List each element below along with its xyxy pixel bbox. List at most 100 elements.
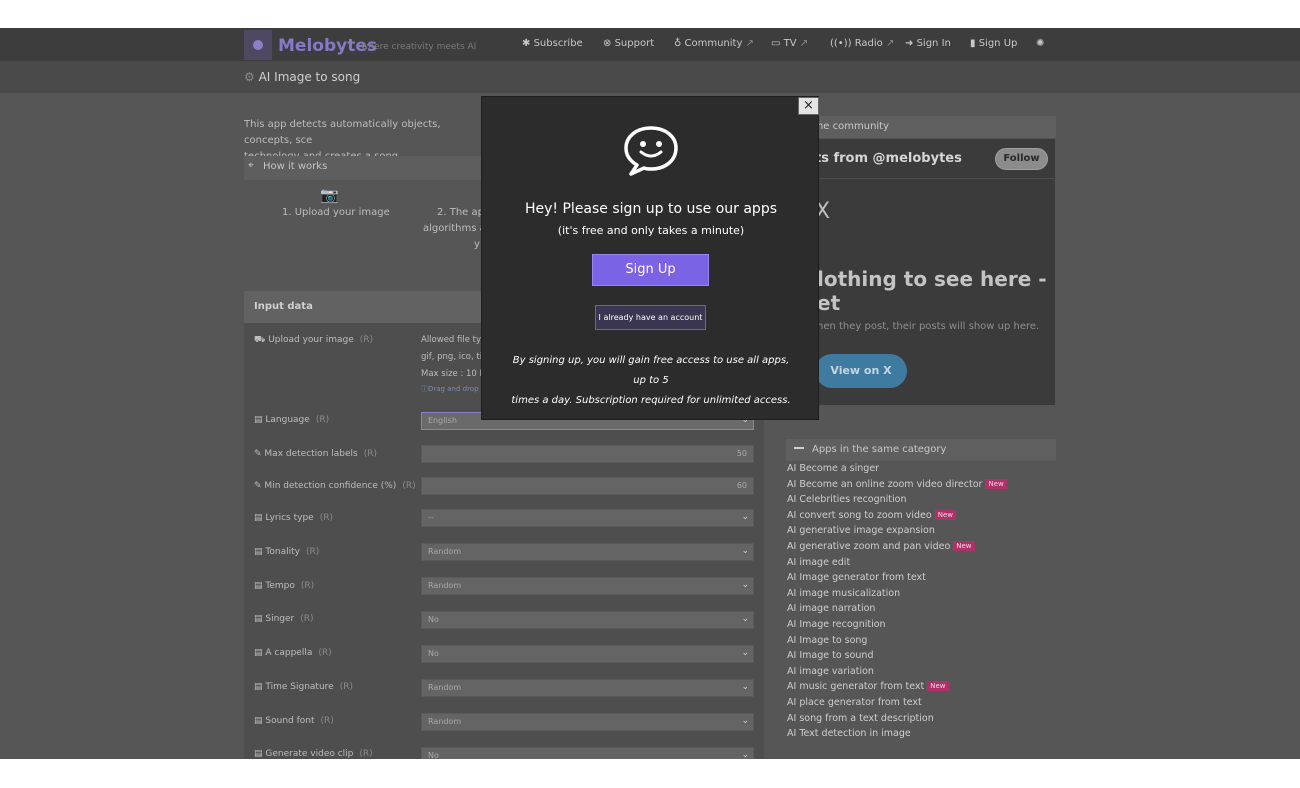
app-link[interactable]: AI image musicalization	[787, 588, 900, 599]
note-line: times a day. Subscription required for u…	[511, 395, 791, 406]
community-icon: ♁	[674, 38, 682, 49]
lifebuoy-icon: ⊗	[603, 38, 612, 49]
pencil-icon: ✎	[254, 481, 262, 491]
nav-support[interactable]: ⊗ Support	[603, 38, 654, 49]
title-bar	[0, 61, 1300, 93]
nav-tv[interactable]: ▭ TV ↗	[771, 38, 808, 49]
app-link[interactable]: AI Image to sound	[787, 650, 873, 661]
app-link-label: AI image edit	[787, 557, 851, 568]
app-link[interactable]: AI image variation	[787, 666, 874, 677]
collapse-icon	[794, 447, 804, 449]
list-icon: ▤	[254, 682, 263, 692]
drag-drop-hint: ⓘDrag and drop fi	[421, 385, 486, 393]
lyrics-type-label: ▤ Lyrics type (R)	[254, 513, 333, 523]
view-on-x-button[interactable]: View on X	[815, 354, 907, 388]
app-link[interactable]: AI place generator from text	[787, 697, 922, 708]
list-icon: ▤	[254, 513, 263, 523]
brand-logo-icon	[253, 40, 263, 50]
tonality-label: ▤ Tonality (R)	[254, 547, 320, 557]
note-line: By signing up, you will gain free access…	[512, 355, 790, 386]
nav-subscribe[interactable]: ✱ Subscribe	[522, 38, 583, 49]
speech-bubble-smile-icon	[622, 125, 680, 181]
app-link[interactable]: AI generative zoom and pan video New	[787, 541, 975, 552]
chevron-down-icon: ⌄	[741, 750, 749, 759]
app-link[interactable]: AI Celebrities recognition	[787, 494, 907, 505]
nav-radio[interactable]: ((•)) Radio ↗	[830, 38, 894, 49]
signup-modal: × Hey! Please sign up to use our apps (i…	[481, 96, 819, 420]
external-link-icon: ↗	[745, 38, 754, 49]
follow-button[interactable]: Follow	[995, 148, 1048, 170]
list-icon: ▤	[254, 547, 263, 557]
time-signature-label: ▤ Time Signature (R)	[254, 682, 353, 692]
lyrics-type-select[interactable]: -- ⌄	[421, 509, 754, 527]
step-line: y	[474, 239, 480, 250]
step-line: algorithms a	[423, 223, 486, 234]
description-line: This app detects automatically objects, …	[244, 119, 441, 146]
upload-dropzone[interactable]: Allowed file typ gif, png, ico, tif Max …	[421, 332, 487, 395]
nav-community[interactable]: ♁ Community ↗	[674, 38, 754, 49]
page-title: ⚙ AI Image to song	[244, 70, 361, 84]
app-link[interactable]: AI Image to song	[787, 635, 867, 646]
app-link-label: AI Image generator from text	[787, 572, 926, 583]
app-link[interactable]: AI Become a singer	[787, 463, 879, 474]
app-link-label: AI convert song to zoom video	[787, 510, 932, 521]
a-cappella-label: ▤ A cappella (R)	[254, 648, 332, 658]
brand-tagline: where creativity meets AI	[361, 42, 477, 52]
language-label: ▤ Language (R)	[254, 415, 330, 425]
app-link-label: AI image narration	[787, 603, 876, 614]
a-cappella-select[interactable]: No ⌄	[421, 645, 754, 663]
x-widget-title[interactable]: ts from @melobytes	[815, 151, 962, 166]
singer-label: ▤ Singer (R)	[254, 614, 314, 624]
app-link-label: AI song from a text description	[787, 713, 934, 724]
app-link[interactable]: AI music generator from text New	[787, 681, 949, 692]
new-badge: New	[953, 541, 975, 551]
app-link[interactable]: AI song from a text description	[787, 713, 934, 724]
chevron-down-icon: ⌄	[741, 648, 749, 658]
nav-sign-in[interactable]: ➜ Sign In	[905, 38, 951, 49]
page-frame: Melobytes where creativity meets AI ✱ Su…	[0, 28, 1300, 759]
app-link[interactable]: AI Image recognition	[787, 619, 886, 630]
min-confidence-input[interactable]: 60	[421, 477, 754, 495]
tonality-select[interactable]: Random ⌄	[421, 543, 754, 561]
tv-icon: ▭	[771, 38, 781, 49]
singer-select[interactable]: No ⌄	[421, 611, 754, 629]
new-badge: New	[934, 510, 956, 520]
chevron-down-icon: ⌄	[741, 546, 749, 556]
close-button[interactable]: ×	[798, 97, 819, 115]
time-signature-select[interactable]: Random ⌄	[421, 679, 754, 697]
theme-toggle-icon[interactable]: ✺	[1036, 38, 1044, 49]
nav-sign-up[interactable]: ▮ Sign Up	[970, 38, 1017, 49]
bug-icon: ✱	[522, 38, 531, 49]
apps-category-heading[interactable]: Apps in the same category	[786, 439, 1056, 461]
app-link[interactable]: AI image narration	[787, 603, 875, 614]
brand-logo[interactable]	[244, 30, 272, 60]
min-confidence-label: ✎ Min detection confidence (%) (R)	[254, 481, 416, 491]
chevron-down-icon: ⌄	[741, 580, 749, 590]
app-link-label: AI generative zoom and pan video	[787, 541, 951, 552]
empty-line: et	[817, 291, 841, 315]
sign-up-button[interactable]: Sign Up	[592, 254, 709, 286]
video-clip-select[interactable]: No ⌄	[421, 747, 754, 759]
list-icon: ▤	[254, 749, 263, 759]
list-icon: ▤	[254, 581, 263, 591]
community-heading: om the community	[786, 116, 1056, 138]
app-link[interactable]: AI Image generator from text	[787, 572, 926, 583]
app-link-label: AI Image recognition	[787, 619, 886, 630]
new-badge: New	[927, 681, 949, 691]
modal-title: Hey! Please sign up to use our apps	[525, 201, 777, 217]
how-it-works-toggle[interactable]: ⌖ How it works	[244, 156, 484, 180]
app-link[interactable]: AI image edit	[787, 557, 850, 568]
max-labels-input[interactable]: 50	[421, 445, 754, 463]
app-link[interactable]: AI Become an online zoom video director N…	[787, 479, 1007, 490]
existing-account-button[interactable]: I already have an account	[595, 305, 706, 330]
sound-font-select[interactable]: Random ⌄	[421, 713, 754, 731]
app-link[interactable]: AI generative image expansion	[787, 525, 935, 536]
tempo-select[interactable]: Random ⌄	[421, 577, 754, 595]
app-link-label: AI Become an online zoom video director	[787, 479, 983, 490]
app-link[interactable]: AI convert song to zoom video New	[787, 510, 956, 521]
app-link[interactable]: AI Text detection in image	[787, 728, 911, 739]
app-link-label: AI music generator from text	[787, 681, 925, 692]
app-link-label: AI image variation	[787, 666, 874, 677]
modal-subtitle: (it's free and only takes a minute)	[557, 224, 745, 237]
pencil-icon: ✎	[254, 449, 262, 459]
